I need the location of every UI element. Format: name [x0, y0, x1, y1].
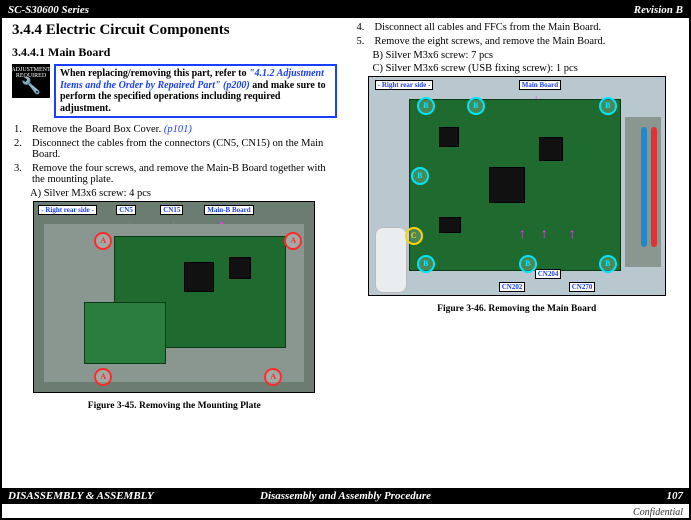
- section-title: Electric Circuit Components: [46, 22, 230, 38]
- step-text: Remove the four screws, and remove the M…: [32, 163, 337, 185]
- substep-3a: A) Silver M3x6 screw: 4 pcs: [30, 188, 337, 199]
- step-num: 5.: [357, 36, 369, 47]
- marker-b: B: [417, 255, 435, 273]
- cn202-label: CN202: [499, 282, 526, 292]
- arrow-icon: ↑: [569, 227, 576, 243]
- right-column: 4. Disconnect all cables and FFCs from th…: [355, 22, 680, 411]
- footer-left: DISASSEMBLY & ASSEMBLY: [8, 490, 233, 502]
- section-heading: 3.4.4 Electric Circuit Components: [12, 22, 337, 39]
- step-text: Disconnect all cables and FFCs from the …: [375, 22, 602, 33]
- step-num: 2.: [14, 138, 26, 160]
- callout-text: When replacing/removing this part, refer…: [54, 64, 337, 118]
- arrow-icon: ↑: [519, 227, 526, 243]
- subsection-title: Main Board: [48, 45, 110, 59]
- footer-center: Disassembly and Assembly Procedure: [233, 490, 458, 502]
- marker-b: B: [599, 255, 617, 273]
- revision: Revision B: [634, 4, 683, 16]
- step-num: 3.: [14, 163, 26, 185]
- cn5-label: CN5: [116, 205, 136, 215]
- marker-a: A: [264, 368, 282, 386]
- adjustment-required-icon: ADJUSTMENT REQUIRED 🔧: [12, 64, 50, 98]
- wrench-icon: 🔧: [21, 79, 41, 95]
- marker-b: B: [467, 97, 485, 115]
- step-text: Disconnect the cables from the connector…: [32, 138, 337, 160]
- figure-3-46: - Right rear side - Main Board ↓ B B B B…: [355, 76, 680, 314]
- step-num: 1.: [14, 124, 26, 135]
- subsection-heading: 3.4.4.1 Main Board: [12, 45, 337, 60]
- subsection-num: 3.4.4.1: [12, 45, 45, 59]
- series-title: SC-S30600 Series: [8, 4, 89, 16]
- section-num: 3.4.4: [12, 22, 42, 38]
- cn270-label: CN270: [569, 282, 596, 292]
- cn204-label: CN204: [535, 269, 562, 279]
- footer-bar: DISASSEMBLY & ASSEMBLY Disassembly and A…: [2, 488, 689, 504]
- step-num: 4.: [357, 22, 369, 33]
- header-bar: SC-S30600 Series Revision B: [2, 2, 689, 18]
- main-label: Main Board: [519, 80, 561, 90]
- page-number: 107: [458, 490, 683, 502]
- marker-b: B: [411, 167, 429, 185]
- figure-3-45: - Right rear side - CN5 CN15 Main-B Boar…: [12, 201, 337, 411]
- confidential-label: Confidential: [633, 507, 683, 518]
- figure-3-46-image: - Right rear side - Main Board ↓ B B B B…: [368, 76, 666, 296]
- figure-3-46-caption: Figure 3-46. Removing the Main Board: [355, 304, 680, 314]
- figure-3-45-caption: Figure 3-45. Removing the Mounting Plate: [12, 401, 337, 411]
- side-label: - Right rear side -: [38, 205, 97, 215]
- marker-c: C: [405, 227, 423, 245]
- marker-b: B: [599, 97, 617, 115]
- page-link[interactable]: (p101): [164, 124, 192, 135]
- step-text: Remove the Board Box Cover.: [32, 124, 164, 135]
- callout-t1: When replacing/removing this part, refer…: [60, 68, 249, 79]
- substep-5c: C) Silver M3x6 screw (USB fixing screw):…: [373, 63, 680, 74]
- figure-3-45-image: - Right rear side - CN5 CN15 Main-B Boar…: [33, 201, 315, 393]
- left-steps: 1. Remove the Board Box Cover. (p101) 2. D…: [14, 124, 337, 185]
- mainb-label: Main-B Board: [204, 205, 253, 215]
- cn15-label: CN15: [160, 205, 183, 215]
- marker-a: A: [94, 368, 112, 386]
- step-text: Remove the eight screws, and remove the …: [375, 36, 606, 47]
- arrow-icon: ↑: [541, 227, 548, 243]
- left-column: 3.4.4 Electric Circuit Components 3.4.4.…: [12, 22, 337, 411]
- adjustment-callout: ADJUSTMENT REQUIRED 🔧 When replacing/rem…: [12, 64, 337, 118]
- marker-b: B: [417, 97, 435, 115]
- right-steps: 4. Disconnect all cables and FFCs from th…: [357, 22, 680, 47]
- substep-5b: B) Silver M3x6 screw: 7 pcs: [373, 50, 680, 61]
- side-label: - Right rear side -: [375, 80, 434, 90]
